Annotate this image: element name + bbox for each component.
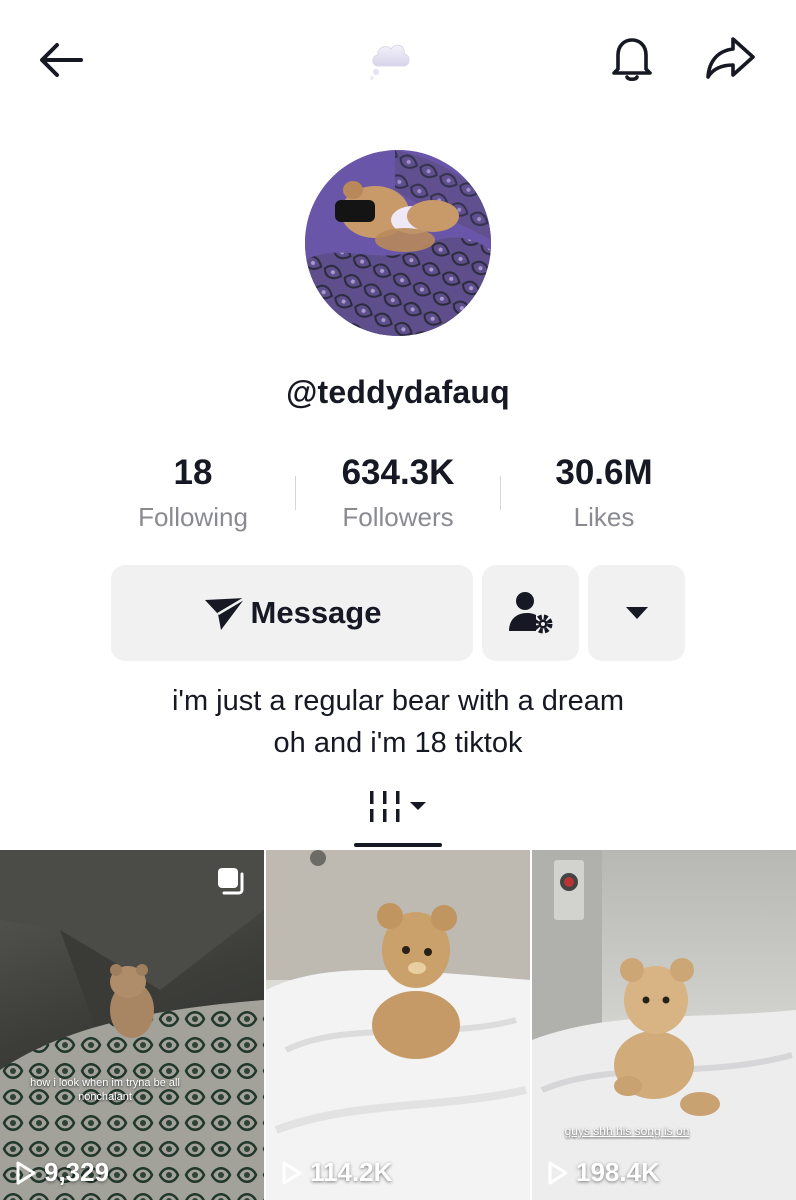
- play-icon: [548, 1161, 568, 1184]
- bell-icon: [612, 38, 652, 82]
- video-thumbnail-image: [532, 850, 796, 1200]
- grid-columns-icon: [370, 791, 426, 822]
- view-count: 114.2K: [280, 1157, 392, 1188]
- message-button[interactable]: Message: [111, 565, 473, 661]
- video-grid: how i look when im tryna be all nonchala…: [0, 850, 796, 1200]
- message-label: Message: [250, 595, 382, 630]
- following-label: Following: [138, 502, 248, 532]
- view-count: 198.4K: [546, 1157, 660, 1188]
- video-thumbnail[interactable]: guys shh his song is on 198.4K: [532, 850, 796, 1200]
- likes-count: 30.6M: [555, 453, 653, 492]
- video-caption: guys shh his song is on: [564, 1124, 690, 1138]
- stat-followers[interactable]: 634.3K Followers: [295, 452, 501, 532]
- view-count-value: 198.4K: [576, 1157, 660, 1187]
- view-count-value: 114.2K: [310, 1157, 393, 1187]
- likes-label: Likes: [573, 502, 635, 532]
- play-icon: [282, 1161, 302, 1184]
- avatar[interactable]: [305, 150, 491, 336]
- more-options-button[interactable]: [588, 565, 685, 661]
- bio-line: i'm just a regular bear with a dream: [171, 685, 624, 717]
- video-thumbnail[interactable]: how i look when im tryna be all nonchala…: [0, 850, 264, 1200]
- stat-following[interactable]: 18 Following: [90, 452, 296, 532]
- multi-image-icon: [218, 868, 244, 895]
- bio-line: oh and i'm 18 tiktok: [273, 727, 523, 759]
- view-count: 9,329: [14, 1157, 109, 1188]
- notifications-button[interactable]: [604, 30, 660, 86]
- share-arrow-icon: [706, 37, 755, 79]
- video-thumbnail-image: [0, 850, 264, 1200]
- top-bar: [0, 0, 796, 120]
- username: @teddydafauq: [286, 374, 510, 410]
- profile-actions: Message: [0, 565, 796, 661]
- share-button[interactable]: [700, 30, 760, 86]
- thought-cloud-button[interactable]: [366, 36, 414, 82]
- stats-row: 18 Following 634.3K Followers 30.6M Like…: [90, 452, 706, 542]
- caret-down-icon: [625, 607, 648, 619]
- video-thumbnail[interactable]: 114.2K: [266, 850, 530, 1200]
- avatar-photo: [305, 150, 491, 336]
- followers-label: Followers: [342, 502, 454, 532]
- paper-plane-icon: [204, 596, 246, 630]
- following-count: 18: [173, 453, 213, 492]
- content-tabs: [0, 776, 796, 850]
- followers-count: 634.3K: [341, 453, 455, 492]
- user-settings-icon: [508, 592, 552, 634]
- video-thumbnail-image: [266, 850, 530, 1200]
- play-icon: [16, 1161, 36, 1184]
- view-count-value: 9,329: [44, 1157, 110, 1187]
- profile-bio: i'm just a regular bear with a dream oh …: [0, 680, 796, 764]
- active-tab-indicator: [354, 843, 442, 847]
- friend-settings-button[interactable]: [482, 565, 579, 661]
- arrow-left-icon: [40, 43, 83, 77]
- back-button[interactable]: [30, 36, 90, 84]
- cloud-icon: [370, 44, 410, 80]
- stat-likes[interactable]: 30.6M Likes: [501, 452, 707, 532]
- video-caption: how i look when im tryna be all nonchala…: [30, 1077, 180, 1103]
- tab-videos[interactable]: [354, 776, 442, 838]
